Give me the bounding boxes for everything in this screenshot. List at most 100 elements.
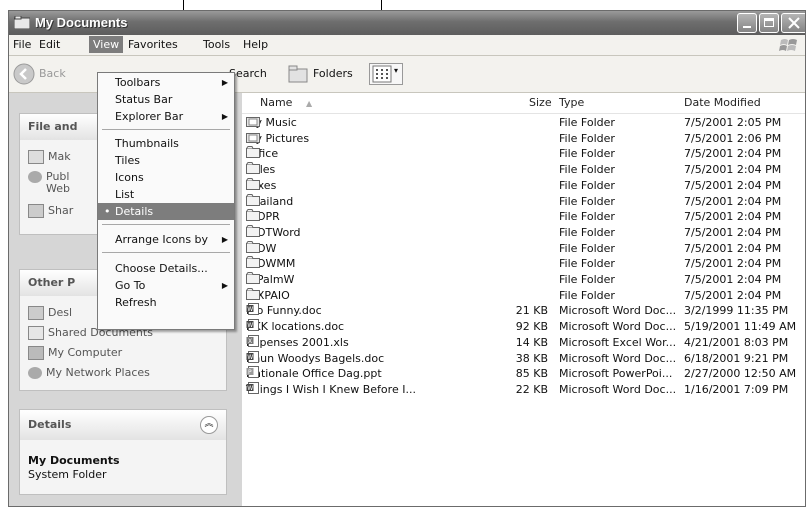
menu-item-explorer-bar[interactable]: Explorer Bar ▶	[98, 108, 234, 125]
back-button[interactable]: Back	[13, 62, 83, 86]
table-row[interactable]: W Things I Wish I Knew Before I... 22 KB Mi…	[242, 381, 805, 398]
collapse-button[interactable]: ︽	[200, 416, 218, 434]
desktop-link[interactable]: Desl	[28, 306, 72, 320]
table-row[interactable]: W Bio Funny.doc 21 KB Microsoft Word Doc...…	[242, 303, 805, 319]
make-folder-link[interactable]: Mak	[28, 150, 71, 164]
radio-bullet-icon: •	[104, 205, 111, 218]
table-row[interactable]: WPalmW File Folder 7/5/2001 2:04 PM	[242, 272, 805, 288]
my-computer-link[interactable]: My Computer	[28, 346, 122, 360]
menu-item-refresh[interactable]: Refresh	[98, 294, 234, 311]
cell-date: 7/5/2001 2:06 PM	[684, 131, 782, 145]
cell-type: Microsoft Word Doc...	[559, 304, 677, 318]
cell-name: Sales	[246, 162, 276, 177]
cell-name: WOWMM	[246, 256, 296, 271]
table-row[interactable]: WXPAIO File Folder 7/5/2001 2:04 PM	[242, 287, 805, 304]
cell-size: 38 KB	[515, 351, 548, 365]
column-header-name[interactable]: Name ▲	[260, 93, 312, 113]
table-row[interactable]: My Music File Folder 7/5/2001 2:05 PM	[242, 115, 805, 131]
cell-type: Microsoft PowerPoi...	[559, 367, 673, 381]
menu-view[interactable]: View	[89, 36, 124, 53]
table-row[interactable]: WOW File Folder 7/5/2001 2:04 PM	[242, 240, 805, 257]
table-row[interactable]: WOTWord File Folder 7/5/2001 2:04 PM	[242, 224, 805, 241]
folder-icon	[246, 162, 260, 175]
word-doc-icon: W	[246, 381, 260, 394]
folders-button[interactable]: Folders	[287, 62, 353, 86]
cell-name: My Pictures	[246, 131, 310, 145]
menu-item-details[interactable]: • Details	[98, 203, 234, 220]
cell-date: 7/5/2001 2:04 PM	[684, 210, 782, 224]
table-row[interactable]: W Khun Woodys Bagels.doc 38 KB Microsoft Wo…	[242, 350, 805, 367]
svg-text:W: W	[247, 306, 253, 313]
column-header-size[interactable]: Size	[529, 93, 552, 113]
cell-date: 7/5/2001 2:04 PM	[684, 194, 782, 208]
desktop-icon	[28, 306, 44, 320]
powerpoint-doc-icon: P	[246, 366, 260, 379]
minimize-icon	[743, 26, 751, 28]
table-row[interactable]: W BKK locations.doc 92 KB Microsoft Word Do…	[242, 319, 805, 335]
table-row[interactable]: X Expenses 2001.xls 14 KB Microsoft Excel W…	[242, 334, 805, 351]
table-row[interactable]: My Pictures File Folder 7/5/2001 2:06 PM	[242, 131, 805, 147]
cell-type: File Folder	[559, 225, 615, 239]
menu-help[interactable]: Help	[243, 38, 268, 51]
menu-edit[interactable]: Edit	[39, 38, 60, 51]
maximize-button[interactable]	[759, 13, 779, 33]
computer-icon	[28, 346, 44, 360]
special-folder-icon	[246, 131, 260, 143]
cell-name: P Nationale Office Dag.ppt	[246, 366, 382, 381]
share-folder-link[interactable]: Shar	[28, 204, 73, 218]
my-network-places-link[interactable]: My Network Places	[28, 366, 150, 379]
cell-name: X Expenses 2001.xls	[246, 334, 349, 349]
svg-text:W: W	[247, 322, 253, 329]
menu-item-tiles[interactable]: Tiles	[98, 152, 234, 169]
cell-name: W Khun Woodys Bagels.doc	[246, 350, 385, 365]
menu-tools[interactable]: Tools	[203, 38, 230, 51]
table-row[interactable]: Thailand File Folder 7/5/2001 2:04 PM	[242, 193, 805, 210]
table-row[interactable]: WOWMM File Folder 7/5/2001 2:04 PM	[242, 256, 805, 272]
menu-item-list[interactable]: List	[98, 186, 234, 203]
folder-icon	[246, 256, 260, 269]
cell-date: 7/5/2001 2:04 PM	[684, 288, 782, 302]
cell-date: 7/5/2001 2:04 PM	[684, 147, 782, 161]
table-row[interactable]: WOPR File Folder 7/5/2001 2:04 PM	[242, 209, 805, 225]
views-button[interactable]: ▾	[369, 63, 403, 85]
submenu-arrow-icon: ▶	[221, 281, 228, 290]
cell-date: 7/5/2001 2:04 PM	[684, 257, 782, 271]
window-title: My Documents	[35, 15, 128, 30]
menu-item-status-bar[interactable]: Status Bar	[98, 91, 234, 108]
sort-arrow-icon: ▲	[305, 99, 313, 108]
cell-date: 6/18/2001 9:21 PM	[684, 351, 789, 365]
menu-favorites[interactable]: Favorites	[128, 38, 178, 51]
views-grid-icon	[372, 65, 392, 83]
table-row[interactable]: P Nationale Office Dag.ppt 85 KB Microsoft …	[242, 366, 805, 382]
table-row[interactable]: Office File Folder 7/5/2001 2:04 PM	[242, 146, 805, 162]
menu-item-arrange-icons-by[interactable]: Arrange Icons by ▶	[98, 231, 234, 248]
folder-icon	[246, 193, 260, 206]
menu-bar: File Edit View Favorites Tools Help	[9, 35, 805, 56]
back-arrow-icon	[13, 63, 35, 85]
cell-type: File Folder	[559, 288, 615, 302]
column-header-type[interactable]: Type	[559, 93, 584, 113]
menu-file[interactable]: File	[13, 38, 31, 51]
svg-text:P: P	[248, 369, 252, 376]
submenu-arrow-icon: ▶	[221, 78, 228, 87]
folder-icon	[246, 209, 260, 222]
minimize-button[interactable]	[737, 13, 757, 33]
cell-date: 5/19/2001 11:49 AM	[684, 320, 797, 334]
menu-item-go-to[interactable]: Go To ▶	[98, 277, 234, 294]
explorer-window: My Documents File Edit View Favorites To…	[8, 10, 806, 507]
menu-item-icons[interactable]: Icons	[98, 169, 234, 186]
word-doc-icon: W	[246, 319, 260, 332]
excel-doc-icon: X	[246, 334, 260, 347]
table-row[interactable]: Sales File Folder 7/5/2001 2:04 PM	[242, 162, 805, 178]
cell-type: File Folder	[559, 163, 615, 177]
menu-item-toolbars[interactable]: Toolbars ▶	[98, 74, 234, 91]
close-button[interactable]	[781, 13, 805, 33]
cell-name: WXPAIO	[246, 287, 290, 302]
cell-name: Taxes	[246, 177, 277, 192]
cell-date: 3/2/1999 11:35 PM	[684, 304, 789, 318]
menu-item-thumbnails[interactable]: Thumbnails	[98, 135, 234, 152]
menu-item-choose-details[interactable]: Choose Details...	[98, 260, 234, 277]
column-header-date[interactable]: Date Modified	[684, 93, 761, 113]
table-row[interactable]: Taxes File Folder 7/5/2001 2:04 PM	[242, 177, 805, 194]
folder-icon	[246, 177, 260, 190]
